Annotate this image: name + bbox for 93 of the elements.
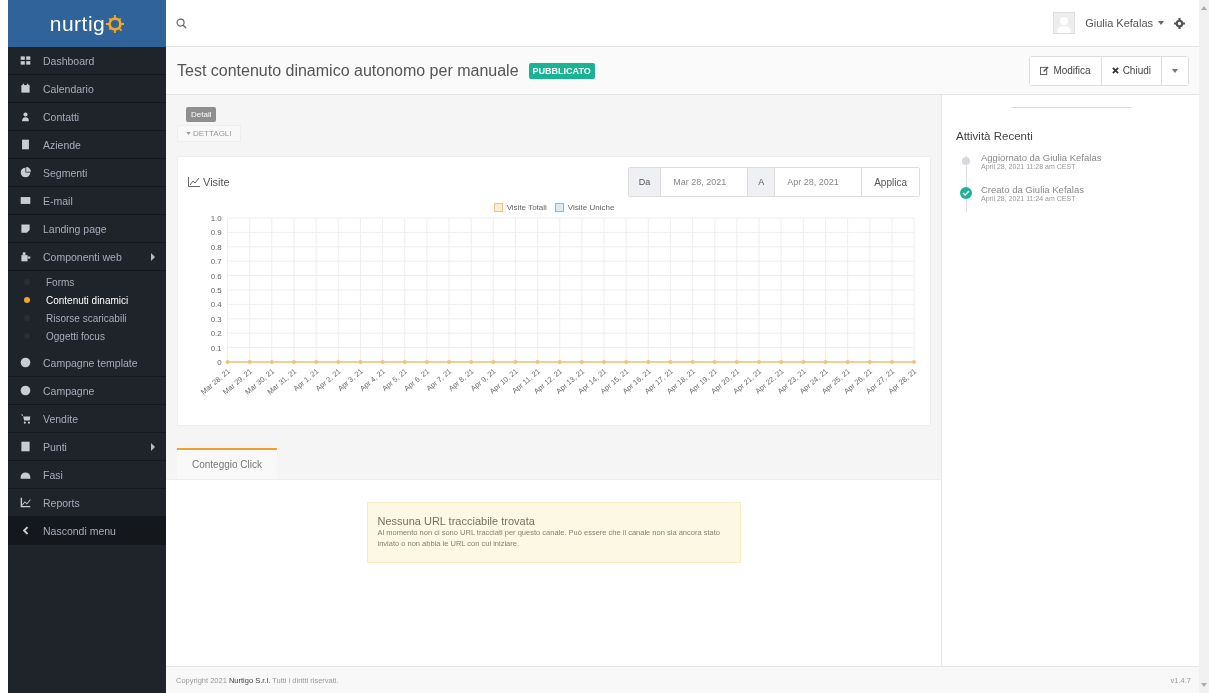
chart-icon [20,497,31,508]
data-point [712,360,717,364]
logo-text: nurtig [49,11,106,36]
to-date-input[interactable]: Apr 28, 2021 [787,177,850,187]
grid-icon [20,55,31,66]
data-point [469,360,474,364]
data-point [579,360,584,364]
to-label: A [748,168,776,196]
data-point [336,360,341,364]
nurtigo-logo[interactable]: nurtig [8,0,166,47]
sidebar-item[interactable]: Punti [8,433,166,461]
submenu-item[interactable]: Oggetti focus [8,327,166,345]
y-tick-label: 0.5 [210,285,222,295]
data-point [535,360,540,364]
activity-text: Aggiornato da Giulia Kefalas [981,152,1102,163]
y-tick-label: 0.3 [210,314,222,324]
gear-icon [106,14,125,33]
data-point [358,360,363,364]
chevron-left-icon [20,525,31,536]
data-point [557,360,562,364]
y-tick-label: 0 [217,357,222,367]
cart-icon [20,413,31,424]
alert-title: Nessuna URL tracciabile trovata [377,515,536,527]
data-point [380,360,385,364]
scroll-up-icon[interactable] [1201,6,1207,10]
y-tick-label: 0.4 [210,300,222,310]
edit-button[interactable]: Modifica [1030,56,1102,85]
activity-text: Creato da Giulia Kefalas [981,184,1084,195]
data-point [225,360,230,364]
legend-swatch [493,203,503,212]
user-menu[interactable]: Giulia Kefalas [1085,17,1164,29]
data-point [779,360,784,364]
caret-icon [186,132,191,135]
from-label: Da [628,168,662,196]
y-tick-label: 0.1 [210,343,222,353]
data-point [513,360,518,364]
legend-label: Visite Totali [506,203,547,212]
data-point [314,360,319,364]
data-point [734,360,739,364]
data-point [269,360,274,364]
submenu-item[interactable]: Forms [8,273,166,291]
from-date-input[interactable]: Mar 28, 2021 [673,177,736,187]
page-icon [20,223,31,234]
data-point [646,360,651,364]
data-point [292,360,296,364]
data-point [668,360,673,364]
sidebar-item[interactable]: Nascondi menu [8,517,166,545]
search-icon[interactable] [176,17,187,29]
data-point [402,360,407,364]
check-icon [960,187,972,199]
data-point [867,360,872,364]
close-icon [1111,67,1119,74]
data-point [690,360,695,364]
data-point [447,360,451,364]
y-tick-label: 1.0 [210,213,222,223]
avatar-icon [1053,12,1076,34]
edit-icon [1040,66,1050,75]
pie-chart-icon [20,167,31,178]
data-point [491,360,496,364]
submenu-item[interactable]: Contenuti dinamici [8,291,166,309]
data-point [424,360,429,364]
submenu-item[interactable]: Risorse scaricabili [8,309,166,327]
scrollbar[interactable] [1199,0,1209,693]
data-point [801,360,806,364]
data-point [602,360,606,364]
puzzle-icon [20,251,31,262]
data-point [845,360,850,364]
y-tick-label: 0.2 [210,329,222,339]
data-point [247,360,252,364]
legend-swatch [554,203,564,212]
y-tick-label: 0.6 [210,271,222,281]
caret-icon [1172,68,1178,73]
caret-icon [1158,21,1164,25]
y-tick-label: 0.9 [210,228,222,238]
line-chart-icon [188,177,200,187]
status-badge: PUBBLICATO [528,62,595,79]
y-tick-label: 0.8 [210,242,222,252]
person-icon [20,111,31,122]
data-point [912,360,917,364]
data-point [823,360,828,364]
legend-label: Visite Uniche [567,203,615,212]
data-point [624,360,629,364]
page-title: Test contenuto dinamico autonomo per manuale [177,61,519,80]
data-point [889,360,894,364]
y-tick-label: 0.7 [210,257,222,267]
section-title: Attività Recenti [956,130,1034,142]
scroll-down-icon[interactable] [1201,683,1207,687]
data-point [757,360,762,364]
tab[interactable]: Conteggio Click [177,448,278,479]
settings-icon[interactable] [1174,17,1185,29]
calendar-icon [20,83,31,94]
card-title: Visite [188,176,230,188]
tooltip: Detail [186,107,217,122]
